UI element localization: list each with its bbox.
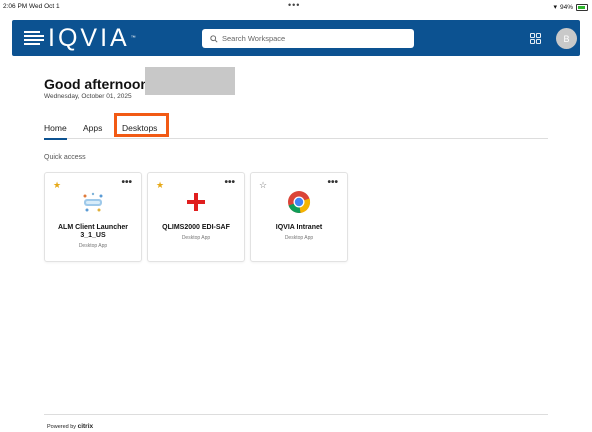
tab-home[interactable]: Home xyxy=(44,123,67,140)
chrome-icon xyxy=(288,191,311,213)
favorite-star-icon[interactable]: ★ xyxy=(156,180,164,191)
logo-trademark: ™ xyxy=(130,35,136,41)
logo-bars-icon xyxy=(24,31,44,45)
status-right: ▾ 94% xyxy=(553,3,588,11)
redacted-username xyxy=(145,67,235,95)
citrix-logo: citrix xyxy=(77,423,94,430)
app-card-name: IQVIA Intranet xyxy=(275,224,323,231)
powered-by-label: Powered by xyxy=(47,424,77,430)
desktops-tab-highlight xyxy=(114,113,169,137)
more-options-icon[interactable]: ••• xyxy=(327,177,338,188)
status-bar: 2:06 PM Wed Oct 1 ••• ▾ 94% xyxy=(0,0,592,13)
more-options-icon[interactable]: ••• xyxy=(224,177,235,188)
more-options-icon[interactable]: ••• xyxy=(121,177,132,188)
favorite-star-icon[interactable]: ★ xyxy=(53,180,61,191)
footer-divider xyxy=(44,414,548,415)
greeting-title: Good afternoon, xyxy=(44,76,153,92)
app-card-alm-client-launcher[interactable]: ★ ••• ALM Client Launcher 3_1_US Desktop… xyxy=(44,172,142,262)
search-placeholder: Search Workspace xyxy=(222,34,286,43)
favorite-star-outline-icon[interactable]: ☆ xyxy=(259,180,267,191)
status-time: 2:06 PM Wed Oct 1 xyxy=(3,3,60,10)
search-icon xyxy=(210,34,218,43)
search-input[interactable]: Search Workspace xyxy=(202,29,414,48)
greeting-date: Wednesday, October 01, 2025 xyxy=(44,93,132,100)
footer: Powered by citrix xyxy=(47,423,93,430)
apps-grid-icon[interactable] xyxy=(530,33,541,44)
multitask-dots[interactable]: ••• xyxy=(288,0,300,10)
app-card-name: ALM Client Launcher 3_1_US xyxy=(57,224,128,239)
app-card-name: QLIMS2000 EDI-SAF xyxy=(162,224,230,231)
avatar[interactable]: B xyxy=(556,28,577,49)
app-card-type: Desktop App xyxy=(181,235,211,241)
logo-text: IQVIA xyxy=(48,24,130,52)
app-header: IQVIA ™ Search Workspace B xyxy=(12,20,580,56)
app-card-qlims2000[interactable]: ★ ••• QLIMS2000 EDI-SAF Desktop App xyxy=(147,172,245,262)
app-card-type: Desktop App xyxy=(284,235,314,241)
tab-apps[interactable]: Apps xyxy=(83,123,102,133)
quick-access-label: Quick access xyxy=(44,154,86,161)
battery-percent: 94% xyxy=(559,3,573,11)
app-card-type: Desktop App xyxy=(78,243,108,249)
wifi-icon: ▾ xyxy=(553,4,557,11)
battery-icon xyxy=(576,3,588,11)
app-card-iqvia-intranet[interactable]: ☆ ••• IQVIA Intranet Desktop App xyxy=(250,172,348,262)
red-plus-icon xyxy=(187,193,205,211)
iqvia-logo[interactable]: IQVIA ™ xyxy=(24,24,136,52)
alm-launcher-icon xyxy=(83,192,103,212)
